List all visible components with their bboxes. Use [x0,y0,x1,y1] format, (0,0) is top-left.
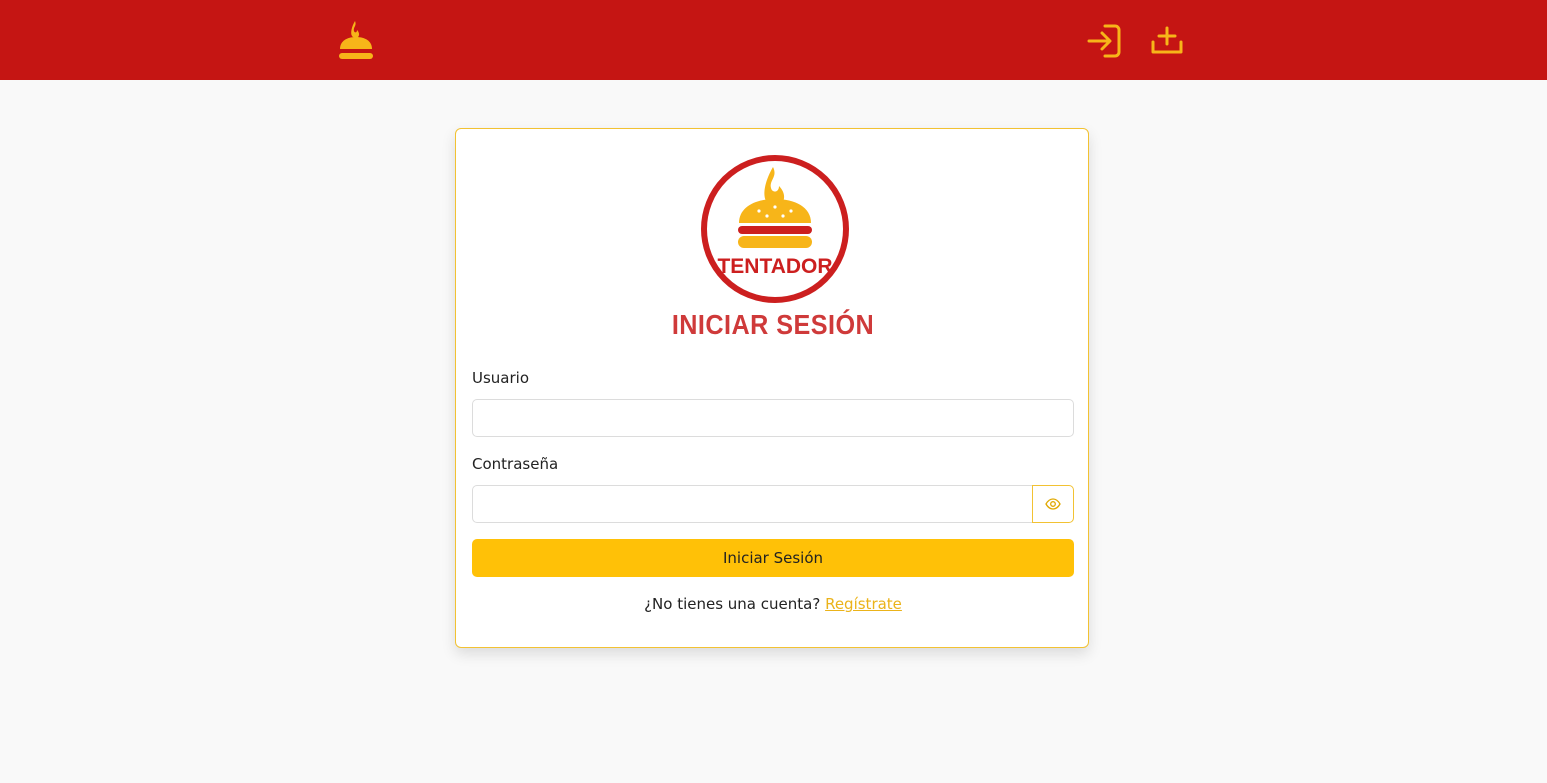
login-card: TENTADOR INICIAR SESIÓN Usuario Contrase… [455,128,1089,648]
register-link[interactable]: Regístrate [825,595,902,613]
login-icon[interactable] [1085,22,1123,60]
toggle-password-button[interactable] [1032,485,1074,523]
username-input[interactable] [472,399,1074,437]
password-input[interactable] [472,485,1033,523]
register-prompt: ¿No tienes una cuenta? Regístrate [456,595,1090,613]
svg-text:TENTADOR: TENTADOR [717,255,832,278]
top-navbar [0,0,1547,80]
brand-logo: TENTADOR [699,153,851,305]
no-account-text: ¿No tienes una cuenta? [644,595,821,613]
page-title: INICIAR SESIÓN [671,309,875,340]
eye-icon [1045,495,1061,514]
burger-flame-icon[interactable] [336,20,376,62]
password-label: Contraseña [472,455,559,473]
add-upload-icon[interactable] [1148,22,1186,60]
login-submit-button[interactable]: Iniciar Sesión [472,539,1074,577]
username-label: Usuario [472,369,530,387]
